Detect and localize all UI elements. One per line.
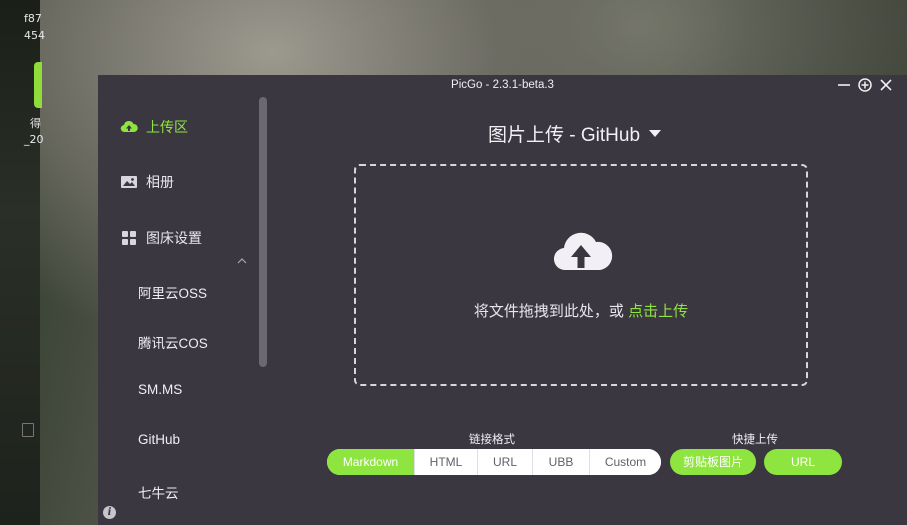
sidebar-item-gallery[interactable]: 相册 — [120, 171, 174, 193]
format-custom-button[interactable]: Custom — [590, 449, 661, 475]
titlebar: PicGo - 2.3.1-beta.3 — [98, 75, 907, 97]
info-icon[interactable]: i — [103, 506, 116, 519]
drop-instruction: 将文件拖拽到此处，或 — [473, 303, 629, 320]
grid-icon — [120, 230, 138, 246]
dropzone-text: 将文件拖拽到此处，或 点击上传 — [356, 300, 806, 321]
link-format-group: Markdown HTML URL UBB Custom — [327, 449, 661, 475]
sidebar-item-github[interactable]: GitHub — [138, 432, 180, 447]
format-html-button[interactable]: HTML — [415, 449, 478, 475]
format-markdown-button[interactable]: Markdown — [327, 449, 415, 475]
picbed-selector[interactable]: 图片上传 - GitHub — [488, 120, 662, 147]
close-icon[interactable] — [878, 77, 894, 93]
link-format-label: 链接格式 — [469, 434, 515, 446]
sidebar-item-label: 图床设置 — [146, 230, 202, 246]
upload-cloud-icon — [120, 119, 138, 135]
window-title: PicGo - 2.3.1-beta.3 — [451, 79, 554, 91]
sidebar-item-label: 相册 — [146, 174, 174, 190]
desktop-text: _20 — [24, 133, 44, 146]
pin-icon[interactable] — [857, 77, 873, 93]
desktop-text: f87 — [24, 12, 42, 25]
sidebar-item-qiniu[interactable]: 七牛云 — [138, 482, 179, 502]
clipboard-upload-button[interactable]: 剪贴板图片 — [670, 449, 756, 475]
upload-dropzone[interactable]: 将文件拖拽到此处，或 点击上传 — [354, 164, 808, 386]
sidebar-item-tencent-cos[interactable]: 腾讯云COS — [138, 332, 208, 352]
format-url-button[interactable]: URL — [478, 449, 533, 475]
desktop-text: 454 — [24, 29, 45, 42]
chevron-up-icon[interactable] — [237, 253, 247, 264]
picgo-window: PicGo - 2.3.1-beta.3 上传区 相册 图床设置 阿里云OSS … — [98, 75, 907, 525]
sidebar-item-label: 上传区 — [146, 119, 188, 135]
sidebar-item-upload[interactable]: 上传区 — [120, 116, 188, 138]
sidebar-item-smms[interactable]: SM.MS — [138, 382, 182, 397]
sidebar-scrollbar[interactable] — [259, 97, 267, 367]
minimize-icon[interactable] — [836, 77, 852, 93]
picture-icon — [120, 174, 138, 190]
format-ubb-button[interactable]: UBB — [533, 449, 590, 475]
sidebar-item-aliyun-oss[interactable]: 阿里云OSS — [138, 282, 207, 302]
click-upload-link[interactable]: 点击上传 — [628, 303, 688, 320]
desktop-file-icon[interactable] — [22, 423, 34, 437]
quick-upload-label: 快捷上传 — [732, 434, 778, 446]
desktop-text: 得 — [30, 117, 41, 130]
desktop-green-tab — [34, 62, 42, 108]
page-title: 图片上传 - GitHub — [488, 125, 641, 146]
caret-down-icon — [649, 130, 662, 137]
url-upload-button[interactable]: URL — [764, 449, 842, 475]
desktop-strip: f87 454 得 _20 — [0, 0, 45, 525]
sidebar: 上传区 相册 图床设置 阿里云OSS 腾讯云COS SM.MS GitHub 七… — [98, 97, 272, 525]
sidebar-item-picbed-settings[interactable]: 图床设置 — [120, 227, 202, 249]
upload-cloud-icon — [552, 228, 614, 274]
